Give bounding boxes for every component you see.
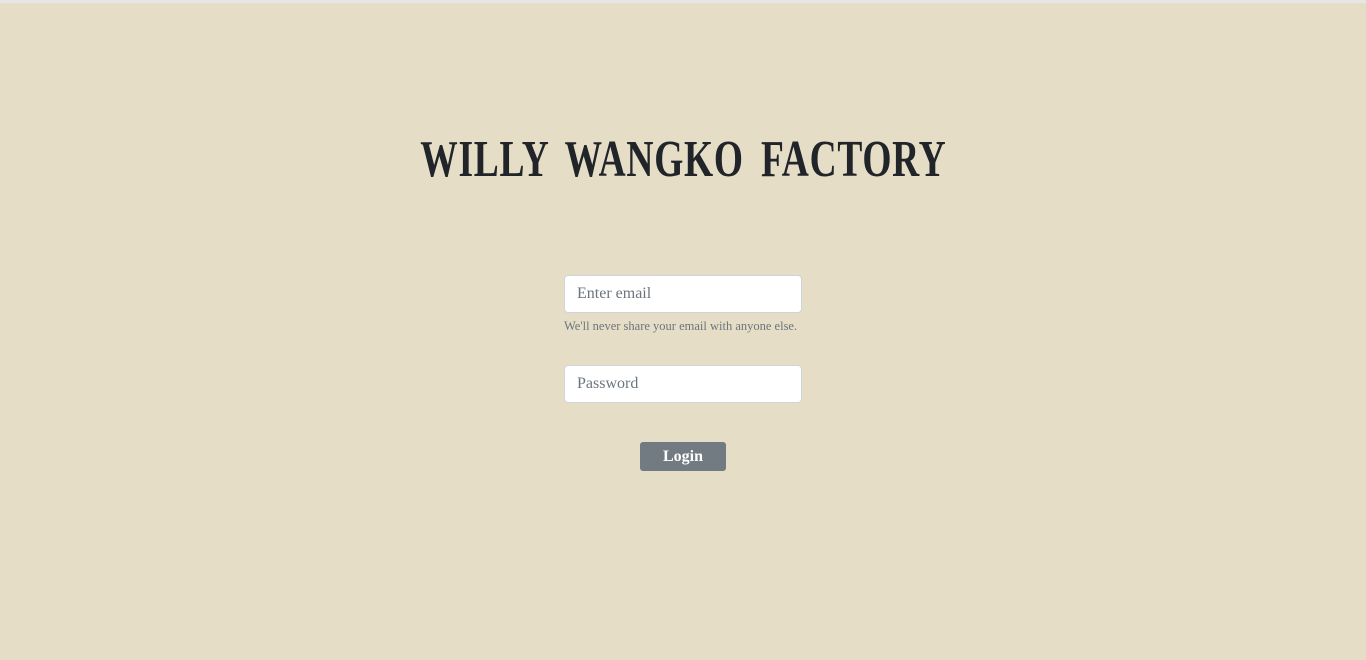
login-form: We'll never share your email with anyone…	[564, 275, 802, 403]
page-title-text: WILLY WANGKO FACTORY	[419, 131, 947, 188]
password-group	[564, 365, 802, 403]
login-button[interactable]: Login	[640, 442, 726, 471]
page-title: WILLY WANGKO FACTORY	[0, 128, 1366, 192]
top-border	[0, 0, 1366, 3]
email-help-text: We'll never share your email with anyone…	[564, 319, 798, 333]
email-group: We'll never share your email with anyone…	[564, 275, 802, 334]
password-input[interactable]	[564, 365, 802, 403]
email-input[interactable]	[564, 275, 802, 313]
